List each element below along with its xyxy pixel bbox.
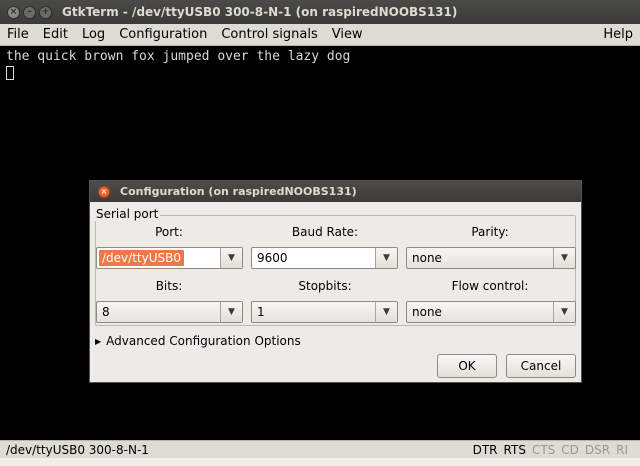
advanced-options-expander[interactable]: ▶ Advanced Configuration Options <box>95 334 301 348</box>
window-controls: × – + <box>7 5 52 19</box>
terminal-cursor <box>6 65 14 80</box>
port-value[interactable]: /dev/ttyUSB0 <box>99 250 184 266</box>
ok-button[interactable]: OK <box>437 354 497 378</box>
signal-dsr: DSR <box>584 442 611 457</box>
configuration-dialog: × Configuration (on raspiredNOOBS131) Se… <box>89 180 582 383</box>
bits-dropdown-icon: ▼ <box>220 302 242 322</box>
baud-rate-dropdown-icon[interactable]: ▼ <box>375 248 397 268</box>
baud-rate-value[interactable]: 9600 <box>252 248 375 268</box>
statusbar: /dev/ttyUSB0 300-8-N-1 DTR RTS CTS CD DS… <box>0 440 640 458</box>
menu-configuration[interactable]: Configuration <box>112 27 214 42</box>
stopbits-value: 1 <box>257 305 265 319</box>
port-dropdown-icon[interactable]: ▼ <box>220 248 242 268</box>
advanced-options-label: Advanced Configuration Options <box>106 334 301 348</box>
flow-control-select[interactable]: none ▼ <box>406 301 576 323</box>
menu-help[interactable]: Help <box>596 27 640 42</box>
menu-log[interactable]: Log <box>75 27 112 42</box>
parity-select[interactable]: none ▼ <box>406 247 576 269</box>
control-signals-indicators: DTR RTS CTS CD DSR RI <box>473 443 640 457</box>
baud-rate-label: Baud Rate: <box>291 225 359 239</box>
serial-port-frame-label: Serial port <box>94 207 161 221</box>
signal-dtr: DTR <box>472 442 498 457</box>
parity-label: Parity: <box>471 225 509 239</box>
flow-control-value: none <box>412 305 442 319</box>
flow-control-label: Flow control: <box>451 279 529 293</box>
signal-rts: RTS <box>503 442 526 457</box>
status-port-settings: /dev/ttyUSB0 300-8-N-1 <box>6 442 149 457</box>
signal-cd: CD <box>561 442 579 457</box>
close-window-button[interactable]: × <box>7 5 20 19</box>
flow-control-dropdown-icon: ▼ <box>553 302 575 322</box>
terminal-line: the quick brown fox jumped over the lazy… <box>6 49 351 64</box>
window-titlebar: × – + GtkTerm - /dev/ttyUSB0 300-8-N-1 (… <box>0 0 640 24</box>
desktop-background <box>0 458 640 466</box>
bits-label: Bits: <box>155 279 183 293</box>
menu-control-signals[interactable]: Control signals <box>214 27 324 42</box>
signal-cts: CTS <box>531 442 556 457</box>
menu-view[interactable]: View <box>325 27 370 42</box>
menu-file[interactable]: File <box>0 27 36 42</box>
stopbits-label: Stopbits: <box>298 279 352 293</box>
dialog-close-icon[interactable]: × <box>98 185 110 198</box>
port-label: Port: <box>155 225 183 239</box>
bits-value: 8 <box>102 305 110 319</box>
cancel-button[interactable]: Cancel <box>506 354 576 378</box>
window-title: GtkTerm - /dev/ttyUSB0 300-8-N-1 (on ras… <box>62 5 458 19</box>
dialog-titlebar: × Configuration (on raspiredNOOBS131) <box>90 181 581 202</box>
stopbits-dropdown-icon: ▼ <box>375 302 397 322</box>
signal-ri: RI <box>616 442 628 457</box>
menubar: File Edit Log Configuration Control sign… <box>0 24 640 46</box>
maximize-window-button[interactable]: + <box>39 5 52 19</box>
port-combo[interactable]: /dev/ttyUSB0 ▼ <box>96 247 243 269</box>
parity-value: none <box>412 251 442 265</box>
expander-arrow-icon: ▶ <box>95 336 102 346</box>
dialog-title: Configuration (on raspiredNOOBS131) <box>120 185 357 198</box>
parity-dropdown-icon: ▼ <box>553 248 575 268</box>
minimize-window-button[interactable]: – <box>23 5 36 19</box>
baud-rate-combo[interactable]: 9600 ▼ <box>251 247 398 269</box>
stopbits-select[interactable]: 1 ▼ <box>251 301 398 323</box>
menu-edit[interactable]: Edit <box>36 27 75 42</box>
bits-select[interactable]: 8 ▼ <box>96 301 243 323</box>
